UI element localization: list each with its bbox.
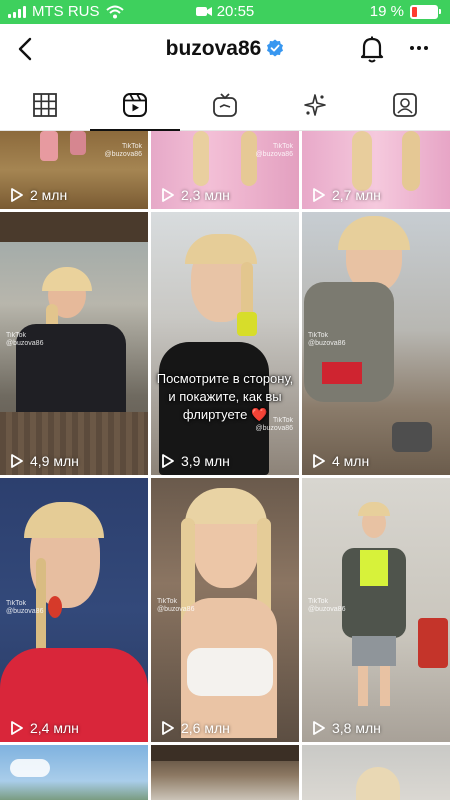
- tiktok-watermark: TikTok @buzova86: [6, 332, 43, 348]
- grid-icon: [33, 93, 57, 117]
- view-count-label: 4 млн: [332, 453, 370, 469]
- reel-thumbnail[interactable]: [0, 745, 148, 800]
- igtv-tab[interactable]: [180, 80, 270, 130]
- view-count: 2 млн: [10, 187, 67, 203]
- reels-grid: TikTok @buzova86 2 млн TikTok @buzova86 2,…: [0, 131, 450, 800]
- tiktok-watermark: TikTok @buzova86: [256, 143, 293, 159]
- watermark-handle: @buzova86: [6, 340, 44, 347]
- grid-tab[interactable]: [0, 80, 90, 130]
- view-count-label: 2,7 млн: [332, 187, 381, 203]
- tiktok-watermark: TikTok @buzova86: [256, 417, 293, 433]
- tiktok-watermark: TikTok @buzova86: [157, 598, 194, 614]
- tiktok-watermark: TikTok @buzova86: [308, 332, 345, 348]
- view-count-label: 2,3 млн: [181, 187, 230, 203]
- tagged-person-icon: [393, 93, 417, 117]
- tiktok-watermark: TikTok @buzova86: [105, 143, 142, 159]
- reel-thumbnail[interactable]: TikTok @buzova86 4,9 млн: [0, 212, 148, 475]
- watermark-brand: TikTok: [308, 598, 328, 605]
- effects-tab[interactable]: [270, 80, 360, 130]
- watermark-handle: @buzova86: [255, 425, 293, 432]
- view-count-label: 2,6 млн: [181, 720, 230, 736]
- view-count: 3,9 млн: [161, 453, 230, 469]
- play-icon: [313, 454, 325, 468]
- view-count-label: 3,9 млн: [181, 453, 230, 469]
- watermark-brand: TikTok: [122, 143, 142, 150]
- status-time: 20:55: [216, 3, 255, 20]
- profile-header: buzova86: [0, 24, 450, 76]
- watermark-handle: @buzova86: [308, 340, 346, 347]
- video-camera-icon: [195, 4, 212, 21]
- view-count: 4 млн: [312, 453, 369, 469]
- watermark-handle: @buzova86: [6, 608, 44, 615]
- watermark-brand: TikTok: [6, 600, 26, 607]
- reel-thumbnail[interactable]: TikTok @buzova86 2 млн: [0, 131, 148, 209]
- reel-thumbnail[interactable]: TikTok @buzova86 2,3 млн: [151, 131, 299, 209]
- play-icon: [11, 721, 23, 735]
- more-options-icon[interactable]: [410, 46, 428, 50]
- play-icon: [313, 188, 325, 202]
- tiktok-watermark: TikTok @buzova86: [308, 598, 345, 614]
- play-icon: [162, 188, 174, 202]
- reel-thumbnail[interactable]: Посмотрите в сторону, и покажите, как вы…: [151, 212, 299, 475]
- view-count-label: 3,8 млн: [332, 720, 381, 736]
- view-count-label: 4,9 млн: [30, 453, 79, 469]
- igtv-icon: [213, 93, 237, 117]
- play-icon: [11, 454, 23, 468]
- verified-badge-icon: [266, 39, 284, 63]
- reel-thumbnail[interactable]: TikTok @buzova86 2,6 млн: [151, 478, 299, 742]
- play-icon: [313, 721, 325, 735]
- watermark-handle: @buzova86: [308, 606, 346, 613]
- status-bar: MTS RUS 20:55 19 %: [0, 0, 450, 24]
- view-count: 3,8 млн: [312, 720, 381, 736]
- username: buzova86: [165, 37, 262, 60]
- play-icon: [162, 721, 174, 735]
- battery-icon: [410, 4, 441, 19]
- watermark-handle: @buzova86: [255, 151, 293, 158]
- tiktok-watermark: TikTok @buzova86: [6, 600, 43, 616]
- status-right: 19 %: [369, 3, 441, 20]
- battery-percent: 19 %: [369, 3, 404, 20]
- watermark-brand: TikTok: [273, 417, 293, 424]
- reels-icon: [123, 93, 147, 117]
- reel-thumbnail[interactable]: [151, 745, 299, 800]
- profile-tabs: [0, 80, 450, 131]
- reels-tab[interactable]: [90, 80, 180, 131]
- view-count: 2,3 млн: [161, 187, 230, 203]
- reel-caption: Посмотрите в сторону, и покажите, как вы…: [156, 371, 294, 422]
- play-icon: [11, 188, 23, 202]
- watermark-brand: TikTok: [273, 143, 293, 150]
- view-count: 4,9 млн: [10, 453, 79, 469]
- tagged-tab[interactable]: [360, 80, 450, 130]
- reel-thumbnail[interactable]: TikTok @buzova86 3,8 млн: [302, 478, 450, 742]
- view-count: 2,7 млн: [312, 187, 381, 203]
- watermark-handle: @buzova86: [157, 606, 195, 613]
- watermark-brand: TikTok: [308, 332, 328, 339]
- reel-thumbnail[interactable]: TikTok @buzova86 2,4 млн: [0, 478, 148, 742]
- view-count: 2,4 млн: [10, 720, 79, 736]
- watermark-brand: TikTok: [157, 598, 177, 605]
- watermark-handle: @buzova86: [104, 151, 142, 158]
- reel-thumbnail[interactable]: [302, 745, 450, 800]
- view-count-label: 2 млн: [30, 187, 68, 203]
- reel-thumbnail[interactable]: 2,7 млн: [302, 131, 450, 209]
- notification-bell-icon[interactable]: [358, 34, 386, 64]
- play-icon: [162, 454, 174, 468]
- view-count: 2,6 млн: [161, 720, 230, 736]
- watermark-brand: TikTok: [6, 332, 26, 339]
- sparkle-icon: [304, 94, 326, 116]
- reel-thumbnail[interactable]: TikTok @buzova86 4 млн: [302, 212, 450, 475]
- view-count-label: 2,4 млн: [30, 720, 79, 736]
